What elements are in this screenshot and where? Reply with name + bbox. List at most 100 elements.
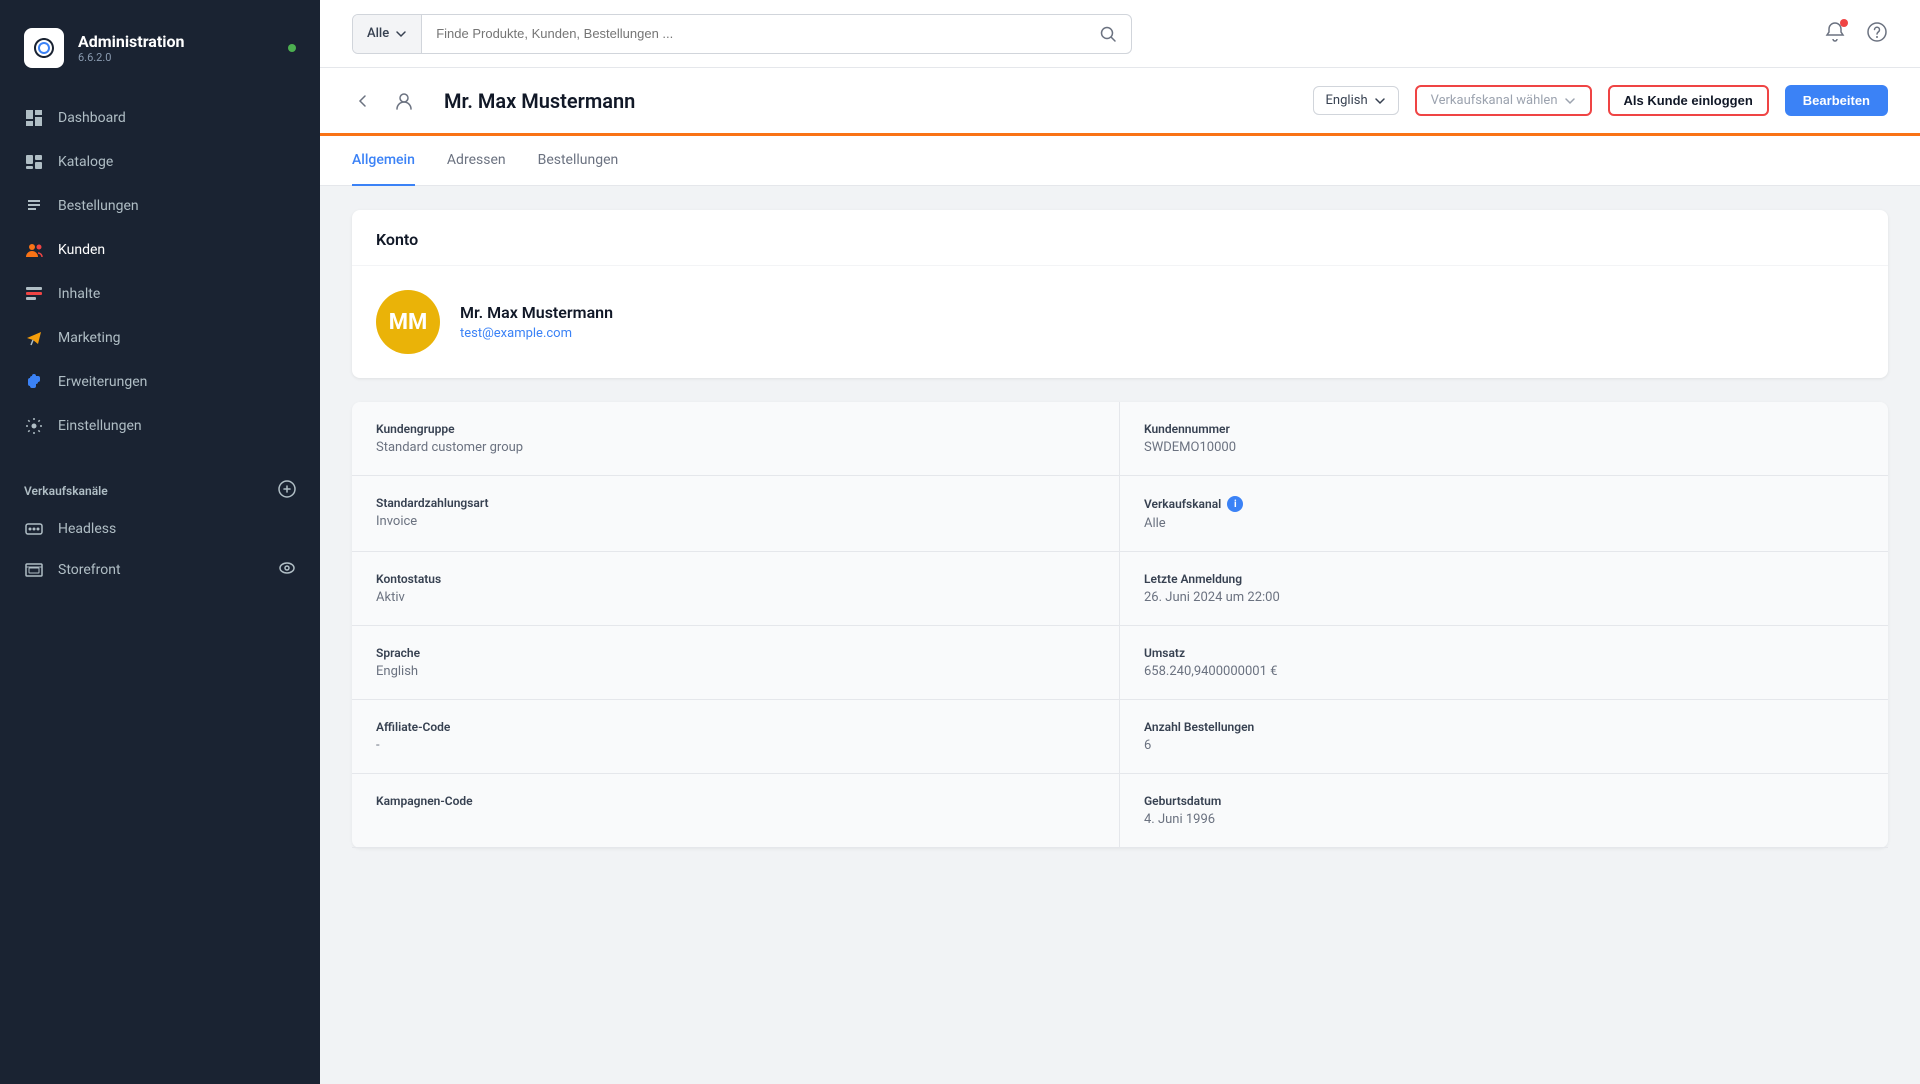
- account-info: MM Mr. Max Mustermann test@example.com: [352, 266, 1888, 378]
- info-cell-verkaufskanal: Verkaufskanal i Alle: [1120, 476, 1888, 552]
- logo-version: 6.6.2.0: [78, 51, 185, 64]
- value-zahlungsart: Invoice: [376, 514, 1095, 529]
- value-kontostatus: Aktiv: [376, 590, 1095, 605]
- verkaufskanal-info-icon[interactable]: i: [1227, 496, 1243, 512]
- label-letzte-anmeldung: Letzte Anmeldung: [1144, 572, 1864, 586]
- help-button[interactable]: [1866, 21, 1888, 47]
- sidebar-item-einstellungen-label: Einstellungen: [58, 418, 142, 434]
- online-indicator: [288, 44, 296, 52]
- kunden-icon: [24, 240, 44, 260]
- value-kundennummer: SWDEMO10000: [1144, 440, 1864, 455]
- sidebar-item-inhalte[interactable]: Inhalte: [0, 272, 320, 316]
- content-area: Allgemein Adressen Bestellungen Konto MM…: [320, 136, 1920, 1084]
- label-kampagnen: Kampagnen-Code: [376, 794, 1095, 808]
- headless-icon: [24, 519, 44, 539]
- search-container: Alle: [352, 14, 1132, 54]
- sidebar-item-einstellungen[interactable]: Einstellungen: [0, 404, 320, 448]
- login-as-customer-button[interactable]: Als Kunde einloggen: [1608, 85, 1769, 116]
- logo-text: Administration 6.6.2.0: [78, 32, 185, 64]
- topbar: Alle: [320, 0, 1920, 68]
- sidebar-item-erweiterungen-label: Erweiterungen: [58, 374, 147, 390]
- label-umsatz: Umsatz: [1144, 646, 1864, 660]
- sidebar-item-marketing[interactable]: Marketing: [0, 316, 320, 360]
- label-kontostatus: Kontostatus: [376, 572, 1095, 586]
- sidebar-item-kunden[interactable]: Kunden: [0, 228, 320, 272]
- sales-channels-section: Verkaufskanäle: [0, 460, 320, 509]
- info-cell-kontostatus: Kontostatus Aktiv: [352, 552, 1120, 626]
- logo-title: Administration: [78, 32, 185, 51]
- sidebar-item-storefront-label: Storefront: [58, 562, 121, 578]
- sidebar-item-headless-label: Headless: [58, 521, 116, 537]
- value-geburtsdatum: 4. Juni 1996: [1144, 812, 1864, 827]
- sidebar-item-dashboard-label: Dashboard: [58, 110, 126, 126]
- sales-channel-button[interactable]: Verkaufskanal wählen: [1415, 85, 1592, 116]
- info-cell-letzte-anmeldung: Letzte Anmeldung 26. Juni 2024 um 22:00: [1120, 552, 1888, 626]
- storefront-eye-icon[interactable]: [278, 559, 296, 581]
- customer-name: Mr. Max Mustermann: [444, 89, 635, 113]
- customer-action-button[interactable]: [388, 85, 420, 117]
- account-name: Mr. Max Mustermann: [460, 303, 613, 322]
- sidebar-item-headless[interactable]: Headless: [0, 509, 320, 549]
- label-zahlungsart: Standardzahlungsart: [376, 496, 1095, 510]
- label-affiliate: Affiliate-Code: [376, 720, 1095, 734]
- search-all-button[interactable]: Alle: [353, 15, 422, 53]
- sidebar-item-erweiterungen[interactable]: Erweiterungen: [0, 360, 320, 404]
- search-button[interactable]: [1085, 25, 1131, 43]
- search-input[interactable]: [422, 26, 1085, 41]
- info-cell-zahlungsart: Standardzahlungsart Invoice: [352, 476, 1120, 552]
- account-card-title: Konto: [352, 210, 1888, 266]
- info-cell-anzahl-bestellungen: Anzahl Bestellungen 6: [1120, 700, 1888, 774]
- logo-icon: [24, 28, 64, 68]
- account-details: Mr. Max Mustermann test@example.com: [460, 303, 613, 341]
- einstellungen-icon: [24, 416, 44, 436]
- info-cell-kampagnen: Kampagnen-Code: [352, 774, 1120, 848]
- language-dropdown[interactable]: English: [1313, 86, 1399, 115]
- sidebar-item-inhalte-label: Inhalte: [58, 286, 100, 302]
- value-verkaufskanal: Alle: [1144, 516, 1864, 531]
- info-cell-umsatz: Umsatz 658.240,9400000001 €: [1120, 626, 1888, 700]
- search-all-label: Alle: [367, 26, 389, 41]
- label-geburtsdatum: Geburtsdatum: [1144, 794, 1864, 808]
- sidebar-logo: Administration 6.6.2.0: [0, 0, 320, 96]
- sidebar-item-kataloge[interactable]: Kataloge: [0, 140, 320, 184]
- value-sprache: English: [376, 664, 1095, 679]
- value-letzte-anmeldung: 26. Juni 2024 um 22:00: [1144, 590, 1864, 605]
- sidebar-item-marketing-label: Marketing: [58, 330, 121, 346]
- back-button[interactable]: [352, 91, 372, 111]
- label-kundennummer: Kundennummer: [1144, 422, 1864, 436]
- avatar: MM: [376, 290, 440, 354]
- value-umsatz: 658.240,9400000001 €: [1144, 664, 1864, 679]
- sales-channel-placeholder: Verkaufskanal wählen: [1431, 93, 1558, 108]
- language-value: English: [1326, 93, 1368, 108]
- tab-adressen[interactable]: Adressen: [447, 136, 506, 186]
- tab-allgemein[interactable]: Allgemein: [352, 136, 415, 186]
- label-verkaufskanal: Verkaufskanal i: [1144, 496, 1864, 512]
- topbar-actions: [1824, 21, 1888, 47]
- sidebar-item-bestellungen-label: Bestellungen: [58, 198, 139, 214]
- sidebar: Administration 6.6.2.0 Dashboard Katalog…: [0, 0, 320, 1084]
- sidebar-item-dashboard[interactable]: Dashboard: [0, 96, 320, 140]
- kataloge-icon: [24, 152, 44, 172]
- tab-bestellungen[interactable]: Bestellungen: [538, 136, 619, 186]
- account-card: Konto MM Mr. Max Mustermann test@example…: [352, 210, 1888, 378]
- value-anzahl-bestellungen: 6: [1144, 738, 1864, 753]
- value-affiliate: -: [376, 738, 1095, 753]
- sales-channels-label: Verkaufskanäle: [24, 484, 108, 498]
- info-cell-geburtsdatum: Geburtsdatum 4. Juni 1996: [1120, 774, 1888, 848]
- edit-button[interactable]: Bearbeiten: [1785, 85, 1888, 116]
- marketing-icon: [24, 328, 44, 348]
- account-email: test@example.com: [460, 326, 613, 341]
- sidebar-item-kataloge-label: Kataloge: [58, 154, 113, 170]
- inhalte-icon: [24, 284, 44, 304]
- tabs-bar: Allgemein Adressen Bestellungen: [320, 136, 1920, 186]
- sidebar-item-storefront[interactable]: Storefront: [0, 549, 320, 591]
- dashboard-icon: [24, 108, 44, 128]
- sidebar-item-bestellungen[interactable]: Bestellungen: [0, 184, 320, 228]
- erweiterungen-icon: [24, 372, 44, 392]
- notification-button[interactable]: [1824, 21, 1846, 47]
- bestellungen-icon: [24, 196, 44, 216]
- notification-dot: [1840, 19, 1848, 27]
- info-cell-sprache: Sprache English: [352, 626, 1120, 700]
- add-sales-channel-button[interactable]: [278, 480, 296, 501]
- main-content: Alle Mr. Max Mustermann E: [320, 0, 1920, 1084]
